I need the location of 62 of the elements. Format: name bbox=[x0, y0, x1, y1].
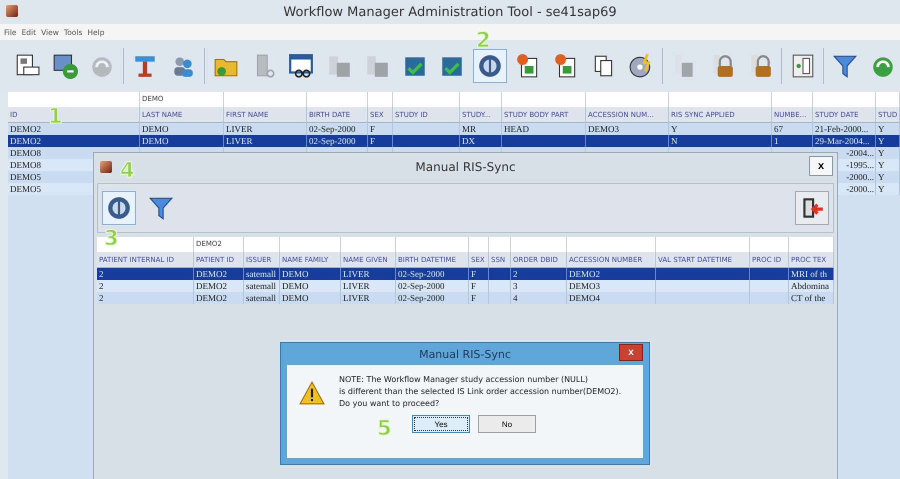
message-text: NOTE: The Workflow Manager study accession number (NULL) bbox=[339, 375, 589, 384]
filter-field[interactable] bbox=[396, 237, 469, 252]
filter-field[interactable] bbox=[789, 237, 834, 252]
table-row[interactable]: 2 DEMO2 satemall DEMO LIVER 02-Sep-2000 F 4 DEMO4 CT of the bbox=[97, 292, 834, 304]
close-button[interactable]: x bbox=[809, 156, 833, 176]
filter-field[interactable] bbox=[813, 92, 876, 107]
table-cell: DEMO bbox=[280, 292, 341, 304]
filter-field[interactable] bbox=[586, 92, 669, 107]
table-cell: DEMO2 bbox=[194, 292, 244, 304]
filter-field[interactable] bbox=[489, 237, 511, 252]
filter-field[interactable] bbox=[669, 92, 772, 107]
filter-field[interactable] bbox=[876, 92, 900, 107]
filter-field[interactable] bbox=[750, 237, 789, 252]
table-cell: 4 bbox=[511, 292, 567, 304]
app-icon bbox=[100, 161, 112, 173]
filter-field[interactable] bbox=[341, 237, 396, 252]
filter-field[interactable] bbox=[656, 237, 750, 252]
table-row[interactable]: 2 DEMO2 satemall DEMO LIVER 02-Sep-2000 F 3 DEMO3 Abdomina bbox=[97, 280, 834, 292]
filter-field[interactable] bbox=[368, 92, 393, 107]
table-row[interactable]: 2 DEMO2 satemall DEMO LIVER 02-Sep-2000 F 2 DEMO2 MRI of th bbox=[97, 268, 834, 280]
table-cell: CT of the bbox=[789, 292, 834, 304]
filter-field[interactable] bbox=[8, 92, 140, 107]
table-cell: DEMO4 bbox=[567, 292, 656, 304]
funnel-icon bbox=[832, 53, 858, 79]
dialog-title: Manual RIS-Sync bbox=[419, 348, 511, 360]
filter-field[interactable] bbox=[567, 237, 656, 252]
filter-field[interactable] bbox=[393, 92, 460, 107]
table-cell: LIVER bbox=[341, 292, 396, 304]
dialog-button[interactable]: No bbox=[478, 415, 536, 433]
filter-field[interactable] bbox=[307, 92, 368, 107]
table-row[interactable]: DEMO2 DEMO LIVER 02-Sep-2000 F MR HEAD DEMO3 Y 67 21-Feb-2000... Y bbox=[8, 123, 900, 135]
filter-field[interactable] bbox=[460, 92, 502, 107]
filter-field[interactable] bbox=[280, 237, 341, 252]
filter-field[interactable] bbox=[511, 237, 567, 252]
toolbar-button[interactable] bbox=[473, 49, 508, 83]
table-row[interactable]: DEMO2 DEMO LIVER 02-Sep-2000 F DX N 1 29-Mar-2004... Y bbox=[8, 135, 900, 147]
table-cell: 2 bbox=[97, 292, 194, 304]
panel-icon bbox=[790, 53, 816, 79]
exit-button[interactable] bbox=[795, 191, 829, 225]
step-number: 2 bbox=[476, 30, 491, 51]
step-number: 3 bbox=[104, 228, 119, 249]
table-cell: Y bbox=[876, 183, 900, 195]
dialog-button[interactable]: Yes bbox=[412, 415, 470, 433]
table-cell: F bbox=[469, 292, 489, 304]
message-text: is different than the selected IS Link order accession number(DEMO2). bbox=[339, 387, 622, 396]
filter-field[interactable] bbox=[244, 237, 280, 252]
filter-field[interactable] bbox=[502, 92, 586, 107]
warning-icon bbox=[299, 381, 325, 405]
app-icon bbox=[6, 5, 18, 17]
step-number: 5 bbox=[377, 418, 392, 439]
toolbar-button[interactable] bbox=[102, 191, 136, 225]
picture-refresh-icon bbox=[52, 53, 78, 79]
window-title: Workflow Manager Administration Tool - se41sap69 bbox=[283, 4, 617, 20]
table-cell: satemall bbox=[244, 292, 280, 304]
filter-field[interactable] bbox=[224, 92, 307, 107]
close-button[interactable]: x bbox=[619, 344, 643, 361]
window-glasses-icon bbox=[288, 53, 314, 79]
message-text: Do you want to proceed? bbox=[339, 399, 440, 408]
filter-field[interactable] bbox=[469, 237, 489, 252]
dialog-title: Manual RIS-Sync bbox=[415, 160, 516, 174]
filter-field[interactable] bbox=[772, 92, 813, 107]
table-cell: 02-Sep-2000 bbox=[396, 292, 469, 304]
